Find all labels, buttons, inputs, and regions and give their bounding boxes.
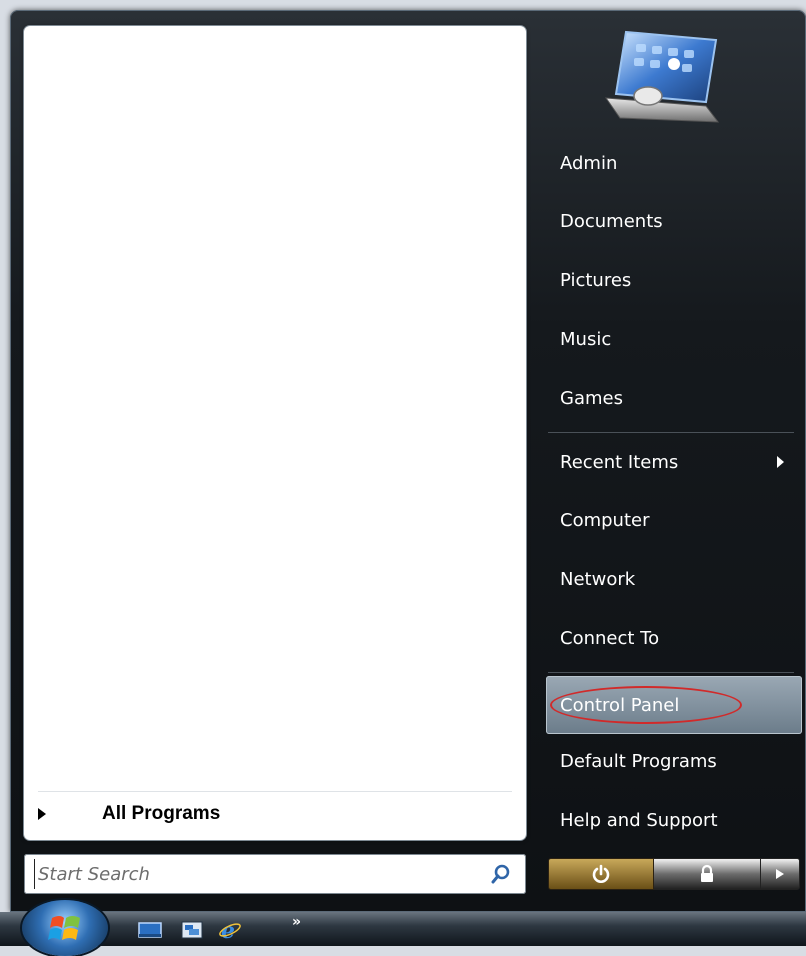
- place-admin-label: Admin: [560, 152, 618, 174]
- start-menu: All Programs Start Search Admin Document…: [10, 10, 806, 912]
- internet-explorer-icon[interactable]: e: [218, 920, 242, 940]
- programs-divider: [38, 791, 512, 792]
- place-connect-to-label: Connect To: [560, 627, 660, 649]
- place-default-programs[interactable]: Default Programs: [546, 738, 796, 784]
- place-help-and-support[interactable]: Help and Support: [546, 797, 796, 843]
- place-pictures-label: Pictures: [560, 269, 632, 291]
- start-button[interactable]: [22, 900, 108, 956]
- start-search-input[interactable]: [34, 859, 478, 889]
- power-icon: [592, 864, 610, 883]
- all-programs-button[interactable]: All Programs: [38, 796, 220, 832]
- power-button[interactable]: [548, 858, 654, 890]
- user-picture-icon[interactable]: [596, 24, 728, 136]
- place-pictures[interactable]: Pictures: [546, 257, 796, 303]
- place-recent-items-label: Recent Items: [560, 451, 679, 473]
- place-computer[interactable]: Computer: [546, 497, 796, 543]
- all-programs-label: All Programs: [102, 803, 221, 824]
- place-network-label: Network: [560, 568, 636, 590]
- programs-pane: All Programs: [24, 26, 526, 840]
- places-divider: [548, 432, 794, 433]
- place-computer-label: Computer: [560, 509, 650, 531]
- places-divider-2: [548, 672, 794, 673]
- show-desktop-icon[interactable]: [138, 920, 162, 940]
- shutdown-options-button[interactable]: [760, 858, 800, 890]
- place-music-label: Music: [560, 328, 612, 350]
- place-connect-to[interactable]: Connect To: [546, 615, 796, 661]
- place-help-and-support-label: Help and Support: [560, 809, 718, 831]
- lock-button[interactable]: [654, 858, 760, 890]
- place-documents[interactable]: Documents: [546, 198, 796, 244]
- taskbar: [0, 912, 806, 946]
- windows-logo-icon: [48, 916, 80, 940]
- start-search-box: [24, 854, 526, 894]
- place-default-programs-label: Default Programs: [560, 750, 717, 772]
- search-icon[interactable]: [490, 863, 512, 885]
- submenu-arrow-icon: [777, 456, 784, 468]
- place-admin[interactable]: Admin: [546, 140, 796, 186]
- place-control-panel[interactable]: Control Panel: [546, 676, 802, 734]
- quick-launch-overflow[interactable]: »: [292, 914, 301, 930]
- power-controls: [548, 858, 800, 890]
- arrow-right-icon: [38, 808, 46, 820]
- place-games-label: Games: [560, 387, 623, 409]
- arrow-right-icon: [776, 869, 784, 879]
- place-recent-items[interactable]: Recent Items: [546, 439, 796, 485]
- place-network[interactable]: Network: [546, 556, 796, 602]
- place-games[interactable]: Games: [546, 375, 796, 421]
- switch-windows-icon[interactable]: [180, 920, 204, 940]
- place-control-panel-label: Control Panel: [560, 694, 680, 716]
- place-documents-label: Documents: [560, 210, 663, 232]
- lock-icon: [701, 864, 713, 882]
- place-music[interactable]: Music: [546, 316, 796, 362]
